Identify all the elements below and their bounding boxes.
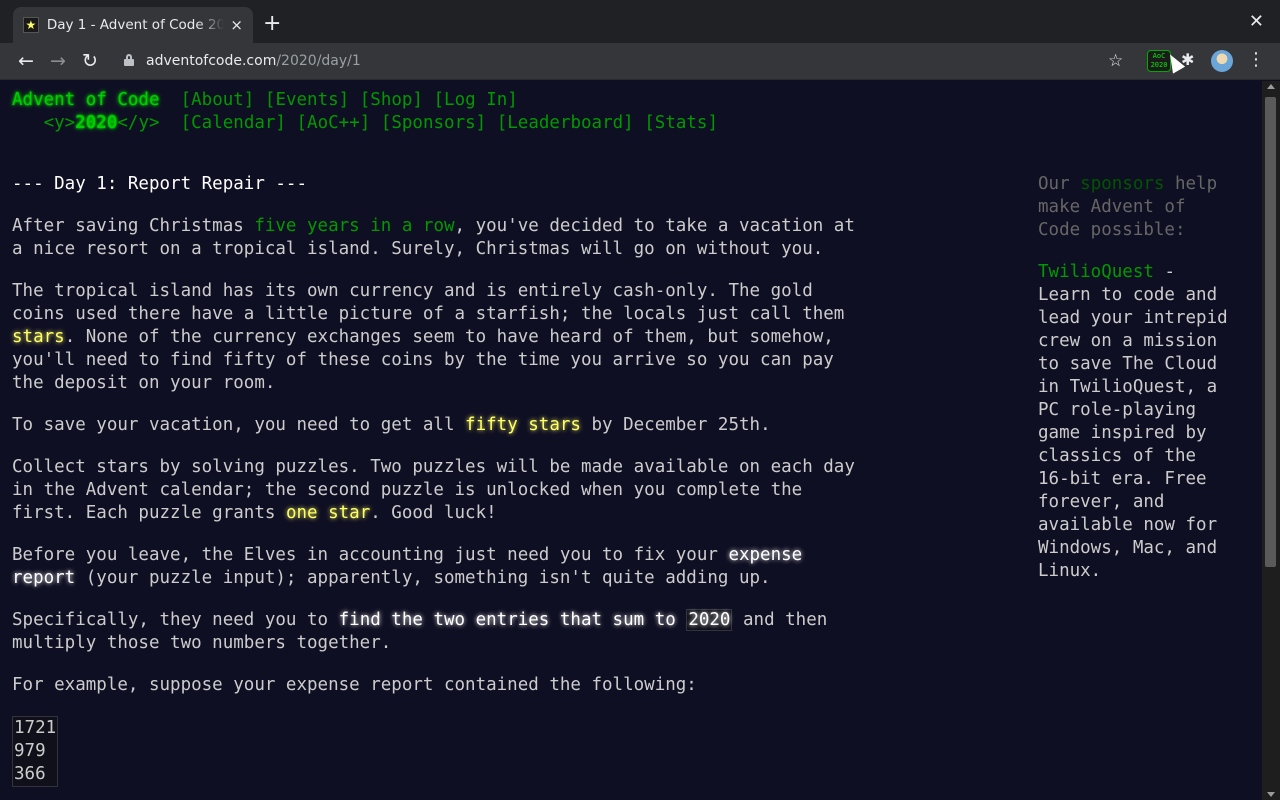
browser-tab[interactable]: ★ Day 1 - Advent of Code 2020 ×	[13, 7, 253, 43]
paragraph-5: Before you leave, the Elves in accountin…	[12, 544, 872, 590]
example-line: 366	[14, 764, 46, 784]
one-star-highlight: one star	[285, 503, 371, 523]
browser-toolbar: ← → ↻ adventofcode.com/2020/day/1 ☆	[0, 43, 1280, 80]
sponsor-entry: TwilioQuest - Learn to code and lead you…	[1038, 261, 1238, 583]
p5-text-a: Before you leave, the Elves in accountin…	[12, 545, 729, 565]
puzzle-heading: --- Day 1: Report Repair ---	[12, 174, 308, 194]
tab-strip: ★ Day 1 - Advent of Code 2020 × + ✕	[0, 0, 1280, 43]
paragraph-4: Collect stars by solving puzzles. Two pu…	[12, 456, 872, 525]
scroll-up-icon[interactable]	[1267, 84, 1275, 89]
url-path: /2020/day/1	[276, 53, 361, 69]
arrow-right-icon: →	[50, 50, 66, 72]
avatar-icon[interactable]	[1211, 50, 1233, 72]
sponsor-intro: Our sponsors help make Advent of Code po…	[1038, 173, 1238, 242]
window-close-button[interactable]: ✕	[1249, 11, 1264, 32]
scroll-down-icon[interactable]	[1267, 792, 1275, 797]
header-row-1: Advent of Code [About] [Events] [Shop] […	[12, 90, 518, 110]
p4-text-b: . Good luck!	[370, 503, 497, 523]
nav-shop[interactable]: [Shop]	[360, 90, 423, 110]
url-host: adventofcode.com	[146, 53, 277, 69]
url-text[interactable]: adventofcode.com/2020/day/1	[146, 53, 361, 69]
page-scrollbar[interactable]	[1262, 81, 1280, 800]
fifty-stars-highlight: fifty stars	[465, 415, 581, 435]
nav-aocpp[interactable]: [AoC++]	[297, 113, 371, 133]
address-bar[interactable]: adventofcode.com/2020/day/1	[112, 48, 1140, 76]
reload-icon: ↻	[82, 50, 98, 72]
nav-events[interactable]: [Events]	[265, 90, 349, 110]
page-content: Advent of Code [About] [Events] [Shop] […	[0, 81, 1262, 800]
stars-highlight: stars	[12, 327, 65, 347]
example-code-block: 1721 979 366	[12, 716, 59, 787]
paragraph-6: Specifically, they need you to find the …	[12, 609, 872, 655]
sponsor-intro-a: Our	[1038, 174, 1081, 194]
paragraph-7: For example, suppose your expense report…	[12, 675, 697, 695]
paragraph-3: To save your vacation, you need to get a…	[12, 414, 872, 437]
bookmark-star-icon[interactable]: ☆	[1108, 51, 1123, 71]
scrollbar-thumb[interactable]	[1265, 97, 1276, 567]
p2-text-a: The tropical island has its own currency…	[12, 281, 845, 324]
nav-sponsors[interactable]: [Sponsors]	[381, 113, 486, 133]
paragraph-1: After saving Christmas five years in a r…	[12, 215, 872, 261]
p5-text-b: (your puzzle input); apparently, somethi…	[75, 568, 771, 588]
new-tab-button[interactable]: +	[263, 13, 281, 35]
sponsor-sidebar: Our sponsors help make Advent of Code po…	[1038, 173, 1238, 583]
p6-emphasis-text: find the two entries that sum to	[338, 610, 687, 630]
back-button[interactable]: ←	[13, 49, 39, 75]
header-row-2: <y>2020</y> [Calendar] [AoC++] [Sponsors…	[12, 113, 718, 133]
puzzle-article: --- Day 1: Report Repair --- After savin…	[12, 173, 872, 787]
tab-title: Day 1 - Advent of Code 2020	[46, 17, 225, 33]
reload-button[interactable]: ↻	[77, 49, 103, 75]
favicon-star-icon: ★	[23, 17, 39, 33]
year-prefix: <y>	[43, 113, 76, 133]
twilioquest-link[interactable]: TwilioQuest	[1038, 262, 1154, 282]
p3-text-b: by December 25th.	[580, 415, 771, 435]
nav-login[interactable]: [Log In]	[434, 90, 518, 110]
nav-about[interactable]: [About]	[181, 90, 255, 110]
nav-leaderboard[interactable]: [Leaderboard]	[497, 113, 634, 133]
p1-text-a: After saving Christmas	[12, 216, 255, 236]
kebab-menu-icon[interactable]: ⋮	[1247, 49, 1265, 70]
find-two-entries-emphasis: find the two entries that sum to 2020	[339, 609, 733, 631]
p2-text-b: . None of the currency exchanges seem to…	[12, 327, 834, 393]
forward-button[interactable]: →	[45, 49, 71, 75]
site-title-link[interactable]: Advent of Code	[12, 90, 160, 110]
sponsor-description: - Learn to code and lead your intrepid c…	[1038, 262, 1228, 581]
example-line: 1721	[14, 718, 57, 738]
five-years-link[interactable]: five years in a row	[254, 216, 454, 236]
p6-text-a: Specifically, they need you to	[12, 610, 339, 630]
arrow-left-icon: ←	[18, 50, 34, 72]
year-value: 2020	[75, 113, 118, 133]
year-link[interactable]: <y>2020</y>	[44, 113, 160, 133]
paragraph-2: The tropical island has its own currency…	[12, 280, 872, 395]
nav-stats[interactable]: [Stats]	[644, 113, 718, 133]
lock-icon[interactable]	[124, 54, 134, 66]
p3-text-a: To save your vacation, you need to get a…	[12, 415, 466, 435]
sponsors-link[interactable]: sponsors	[1080, 174, 1164, 194]
sum-2020-code: 2020	[686, 609, 733, 631]
tab-close-icon[interactable]: ×	[230, 16, 243, 34]
example-line: 979	[14, 741, 46, 761]
nav-calendar[interactable]: [Calendar]	[181, 113, 286, 133]
year-suffix: </y>	[117, 113, 160, 133]
